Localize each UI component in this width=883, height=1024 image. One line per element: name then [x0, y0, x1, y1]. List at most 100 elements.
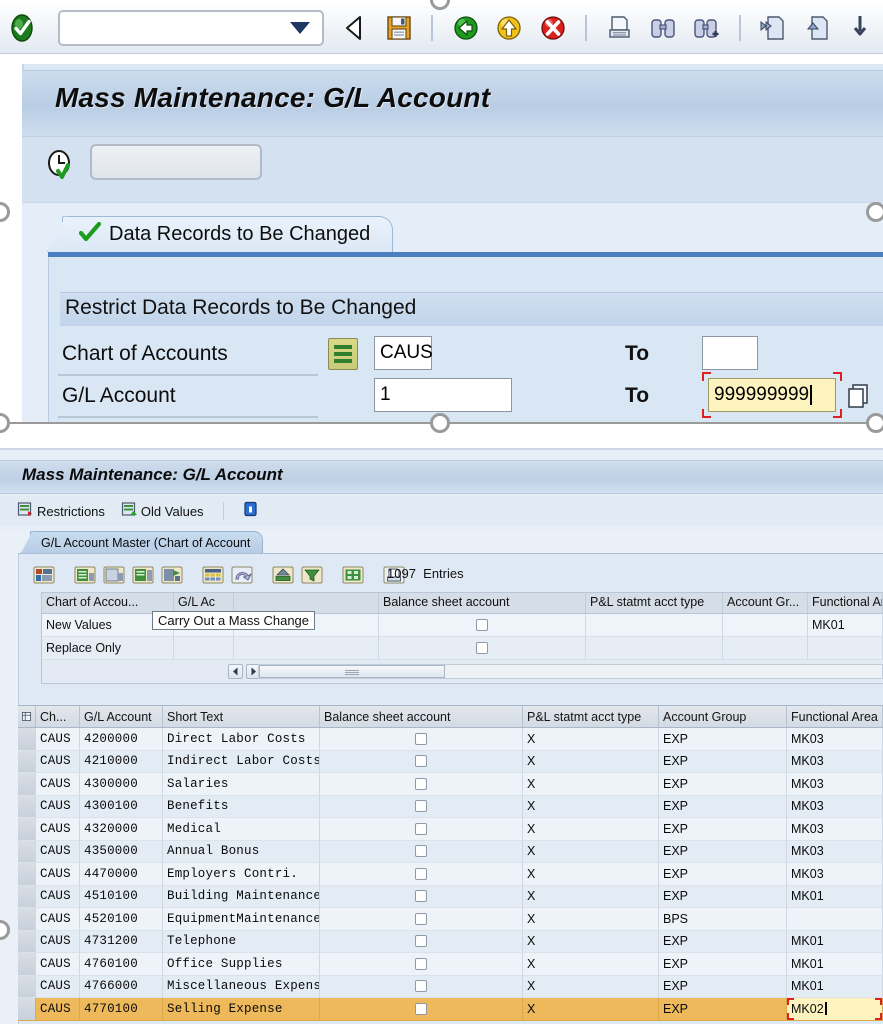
cell-coa[interactable]: CAUS [36, 728, 80, 751]
cell-functional-area[interactable]: MK03 [787, 773, 883, 796]
scrollbar-track[interactable] [258, 664, 883, 679]
cell-account[interactable]: 4320000 [80, 818, 163, 841]
cell-short-text[interactable]: Medical [163, 818, 320, 841]
cell-account[interactable]: 4760100 [80, 953, 163, 976]
table-row[interactable]: CAUS 4760100 Office Supplies X EXP MK01 [18, 953, 883, 976]
cell-functional-area[interactable]: MK03 [787, 863, 883, 886]
row-selector[interactable] [18, 885, 36, 908]
cell-pl-type[interactable]: X [523, 818, 659, 841]
mini-table-horizontal-scrollbar[interactable] [42, 660, 883, 683]
cell-coa[interactable]: CAUS [36, 863, 80, 886]
cell-short-text[interactable]: Telephone [163, 930, 320, 953]
cell-coa[interactable]: CAUS [36, 773, 80, 796]
row-selector[interactable] [18, 750, 36, 773]
table-row[interactable]: CAUS 4510100 Building Maintenance X EXP MK01 [18, 885, 883, 908]
cell-balance-sheet-account[interactable] [320, 773, 523, 796]
back-icon[interactable] [338, 11, 372, 45]
cell-coa[interactable]: CAUS [36, 975, 80, 998]
cell-functional-area[interactable]: MK01 [787, 953, 883, 976]
cell-account-group[interactable]: EXP [659, 750, 787, 773]
cell-coa[interactable]: CAUS [36, 795, 80, 818]
cell-pl-type[interactable]: X [523, 908, 659, 931]
row-selector[interactable] [18, 818, 36, 841]
col-short-text[interactable] [234, 593, 379, 613]
cell-short-text[interactable]: Benefits [163, 795, 320, 818]
print-icon[interactable] [602, 11, 636, 45]
mass-change-icon[interactable] [31, 563, 57, 587]
field-gl-account-from[interactable]: 1 [374, 378, 512, 412]
previous-page-icon[interactable] [800, 11, 834, 45]
cell-account-group[interactable]: EXP [659, 728, 787, 751]
multiple-selection-icon[interactable] [328, 338, 358, 370]
checkbox-icon[interactable] [415, 800, 427, 813]
cell-balance-sheet-account[interactable] [320, 795, 523, 818]
grid-col-pl-statmt-acct-type[interactable]: P&L statmt acct type [523, 706, 659, 727]
col-pl-statmt-acct-type[interactable]: P&L statmt acct type [586, 593, 723, 613]
cell-balance-sheet-account[interactable] [320, 885, 523, 908]
cell-account-group[interactable]: EXP [659, 930, 787, 953]
cell-account[interactable]: 4300100 [80, 795, 163, 818]
chevron-down-icon[interactable] [290, 21, 310, 34]
cell-pl-type[interactable]: X [523, 773, 659, 796]
replace-only-account-group[interactable] [723, 637, 808, 660]
cell-account[interactable]: 4350000 [80, 840, 163, 863]
field-chart-of-accounts-to[interactable] [702, 336, 758, 370]
cell-short-text[interactable]: Office Supplies [163, 953, 320, 976]
cell-pl-type[interactable]: X [523, 975, 659, 998]
grid-col-chart-of-accounts[interactable]: Ch... [36, 706, 80, 727]
cell-balance-sheet-account[interactable] [320, 908, 523, 931]
grid-col-functional-area[interactable]: Functional Area [787, 706, 883, 727]
layout-icon[interactable] [340, 563, 366, 587]
select-all-icon[interactable] [18, 706, 36, 727]
cell-balance-sheet-account[interactable] [320, 998, 523, 1021]
replace-only-balance-sheet-checkbox[interactable] [379, 637, 586, 660]
cell-short-text[interactable]: Miscellaneous Expens [163, 975, 320, 998]
table-row[interactable]: CAUS 4300100 Benefits X EXP MK03 [18, 795, 883, 818]
cell-short-text[interactable]: Salaries [163, 773, 320, 796]
cell-short-text[interactable]: Building Maintenance [163, 885, 320, 908]
replace-only-row[interactable]: Replace Only [42, 637, 883, 660]
cell-functional-area[interactable]: MK01 [787, 930, 883, 953]
row-selector[interactable] [18, 975, 36, 998]
table-row[interactable]: CAUS 4770100 Selling Expense X EXP MK02 [18, 998, 883, 1021]
replace-only-short-text[interactable] [234, 637, 379, 660]
table-row[interactable]: CAUS 4320000 Medical X EXP MK03 [18, 818, 883, 841]
table-settings-icon[interactable] [200, 563, 226, 587]
cancel-icon[interactable] [492, 11, 526, 45]
cell-short-text[interactable]: Indirect Labor Costs [163, 750, 320, 773]
new-values-account-group[interactable] [723, 614, 808, 637]
cell-account-group[interactable]: EXP [659, 818, 787, 841]
table-row[interactable]: CAUS 4350000 Annual Bonus X EXP MK03 [18, 840, 883, 863]
save-icon[interactable] [382, 11, 416, 45]
crop-handle-left[interactable] [0, 202, 10, 222]
cell-account[interactable]: 4200000 [80, 728, 163, 751]
cell-coa[interactable]: CAUS [36, 750, 80, 773]
row-selector[interactable] [18, 998, 36, 1021]
detail-icon[interactable] [72, 563, 98, 587]
cell-coa[interactable]: CAUS [36, 840, 80, 863]
table-row[interactable]: CAUS 4210000 Indirect Labor Costs X EXP MK03 [18, 750, 883, 773]
cell-balance-sheet-account[interactable] [320, 818, 523, 841]
cell-functional-area[interactable]: MK03 [787, 818, 883, 841]
row-selector[interactable] [18, 908, 36, 931]
new-values-functional-area[interactable]: MK01 [808, 614, 883, 637]
tab-data-records-to-be-changed[interactable]: Data Records to Be Changed [62, 216, 394, 252]
crop-handle-right[interactable] [866, 202, 883, 222]
cell-coa[interactable]: CAUS [36, 885, 80, 908]
cell-account[interactable]: 4210000 [80, 750, 163, 773]
info-button[interactable] [240, 500, 262, 522]
checkbox-icon[interactable] [415, 845, 427, 858]
delete-row-icon[interactable] [159, 563, 185, 587]
cell-short-text[interactable]: EquipmentMaintenance [163, 908, 320, 931]
checkbox-icon[interactable] [415, 912, 427, 925]
checkbox-icon[interactable] [415, 732, 427, 745]
scroll-left-icon[interactable] [228, 664, 243, 679]
row-selector[interactable] [18, 930, 36, 953]
cell-short-text[interactable]: Direct Labor Costs [163, 728, 320, 751]
replace-only-gl-account[interactable] [174, 637, 234, 660]
cell-short-text[interactable]: Employers Contri. [163, 863, 320, 886]
insert-row-icon[interactable] [130, 563, 156, 587]
row-selector[interactable] [18, 863, 36, 886]
checkbox-icon[interactable] [415, 755, 427, 768]
variant-field[interactable] [90, 144, 262, 180]
